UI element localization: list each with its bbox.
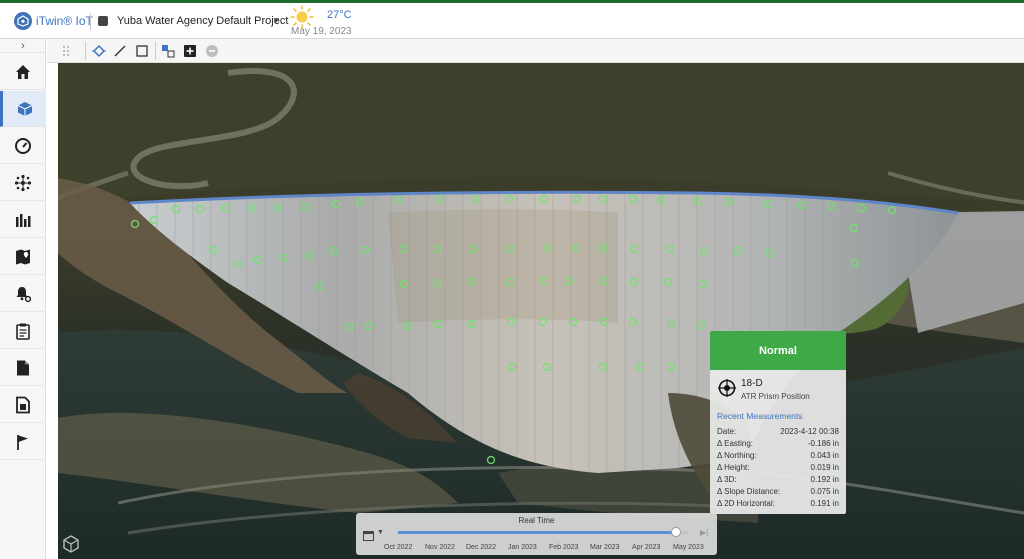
timeline-label: Apr 2023 <box>632 544 661 551</box>
cube-icon <box>17 101 32 116</box>
3d-viewport[interactable] <box>58 63 1024 559</box>
home-icon <box>16 64 30 79</box>
measurement-row: Date: 2023-4-12 00:38 <box>717 427 839 436</box>
measurement-row: Δ Northing: 0.043 in <box>717 451 839 460</box>
sidebar-item-model[interactable] <box>0 91 46 127</box>
measurement-label: Date: <box>717 427 737 436</box>
sidebar-item-alerts[interactable] <box>0 276 46 312</box>
sidebar-item-map[interactable] <box>0 239 46 275</box>
timeline-label: Nov 2022 <box>425 544 455 551</box>
viewport-toolbar <box>47 39 1024 63</box>
measure-line-icon[interactable] <box>111 42 129 60</box>
prism-target-icon <box>718 379 736 402</box>
measurement-value: 0.191 in <box>810 499 839 508</box>
left-sidebar: › <box>0 39 46 559</box>
sensor-info-card[interactable]: Normal 18-D ATR Prism Position Recent Me… <box>710 331 846 514</box>
itwin-logo-icon[interactable] <box>14 12 32 30</box>
bar-chart-icon <box>16 213 31 227</box>
remove-icon[interactable] <box>203 42 221 60</box>
timeline-label: Mar 2023 <box>590 544 620 551</box>
file-icon <box>16 396 30 413</box>
recent-measurements-title: Recent Measurements <box>717 411 803 421</box>
app-title[interactable]: iTwin® IoT <box>36 14 93 28</box>
measurement-row: Δ 3D: 0.192 in <box>717 475 839 484</box>
sensor-id: 18-D <box>741 378 763 389</box>
select-rectangle-icon[interactable] <box>133 42 151 60</box>
calendar-icon[interactable] <box>363 528 374 546</box>
sensor-type: ATR Prism Position <box>741 392 810 401</box>
measurement-value: 0.075 in <box>810 487 839 496</box>
timeline-label: Jan 2023 <box>508 544 537 551</box>
sidebar-item-analytics[interactable] <box>0 202 46 238</box>
measurement-value: 0.019 in <box>810 463 839 472</box>
measurement-row: Δ Height: 0.019 in <box>717 463 839 472</box>
document-icon <box>17 360 29 375</box>
clipboard-icon <box>16 323 30 340</box>
toolbar-divider <box>155 42 156 60</box>
status-badge: Normal <box>710 331 846 370</box>
timeline-label: Dec 2022 <box>466 544 496 551</box>
project-selector-label[interactable]: Yuba Water Agency Default Project <box>117 15 288 27</box>
chevron-right-icon[interactable]: › <box>0 39 46 53</box>
timeline-title: Real Time <box>518 516 555 525</box>
timeline-slider[interactable] <box>398 527 688 537</box>
chevron-down-icon[interactable]: ▼ <box>272 16 280 25</box>
skip-to-end-icon[interactable]: ▶| <box>700 528 708 537</box>
measurement-row: Δ 2D Horizontal: 0.191 in <box>717 499 839 508</box>
sidebar-item-reports[interactable] <box>0 313 46 349</box>
bell-settings-icon <box>16 286 32 302</box>
sidebar-item-home[interactable] <box>0 54 46 90</box>
grouping-icon[interactable] <box>159 42 177 60</box>
sidebar-item-documents[interactable] <box>0 350 46 386</box>
timeline-progress <box>398 531 677 534</box>
select-point-icon[interactable] <box>90 42 108 60</box>
dam-reality-mesh <box>58 63 1024 559</box>
measurement-label: Δ Slope Distance: <box>717 487 781 496</box>
sidebar-item-files[interactable] <box>0 387 46 423</box>
measurement-value: 0.043 in <box>810 451 839 460</box>
measurement-label: Δ 3D: <box>717 475 737 484</box>
network-icon <box>14 174 32 191</box>
measurement-row: Δ Slope Distance: 0.075 in <box>717 487 839 496</box>
sidebar-item-flags[interactable] <box>0 424 46 460</box>
measurement-label: Δ Easting: <box>717 439 754 448</box>
measurement-label: Δ 2D Horizontal: <box>717 499 775 508</box>
timeline-label: Oct 2022 <box>384 544 413 551</box>
toolbar-divider <box>85 42 86 60</box>
measurement-label: Δ Northing: <box>717 451 757 460</box>
measurement-value: 2023-4-12 00:38 <box>780 427 839 436</box>
map-pin-icon <box>16 249 30 264</box>
chevron-down-icon[interactable]: ▼ <box>377 529 384 536</box>
measurement-value: -0.186 in <box>807 439 839 448</box>
timeline-label: May 2023 <box>673 544 704 551</box>
app-header: iTwin® IoT Yuba Water Agency Default Pro… <box>0 0 1024 39</box>
sidebar-item-network[interactable] <box>0 165 46 201</box>
timeline-thumb[interactable] <box>671 527 682 537</box>
timeline-control: Real Time ▼ ▶| Oct 2022 Nov 2022 Dec 202… <box>356 513 717 555</box>
gauge-icon <box>15 137 31 154</box>
sidebar-item-dashboard[interactable] <box>0 128 46 164</box>
flag-icon <box>17 434 28 450</box>
measurement-label: Δ Height: <box>717 463 750 472</box>
view-cube-icon[interactable] <box>61 534 81 559</box>
temperature: 27°C <box>327 9 352 21</box>
add-icon[interactable] <box>181 42 199 60</box>
measurement-value: 0.192 in <box>810 475 839 484</box>
current-date: May 19, 2023 <box>291 26 352 37</box>
project-icon <box>98 16 108 26</box>
measurement-row: Δ Easting: -0.186 in <box>717 439 839 448</box>
drag-handle-icon[interactable] <box>57 42 75 60</box>
header-divider <box>90 13 91 30</box>
timeline-label: Feb 2023 <box>549 544 579 551</box>
